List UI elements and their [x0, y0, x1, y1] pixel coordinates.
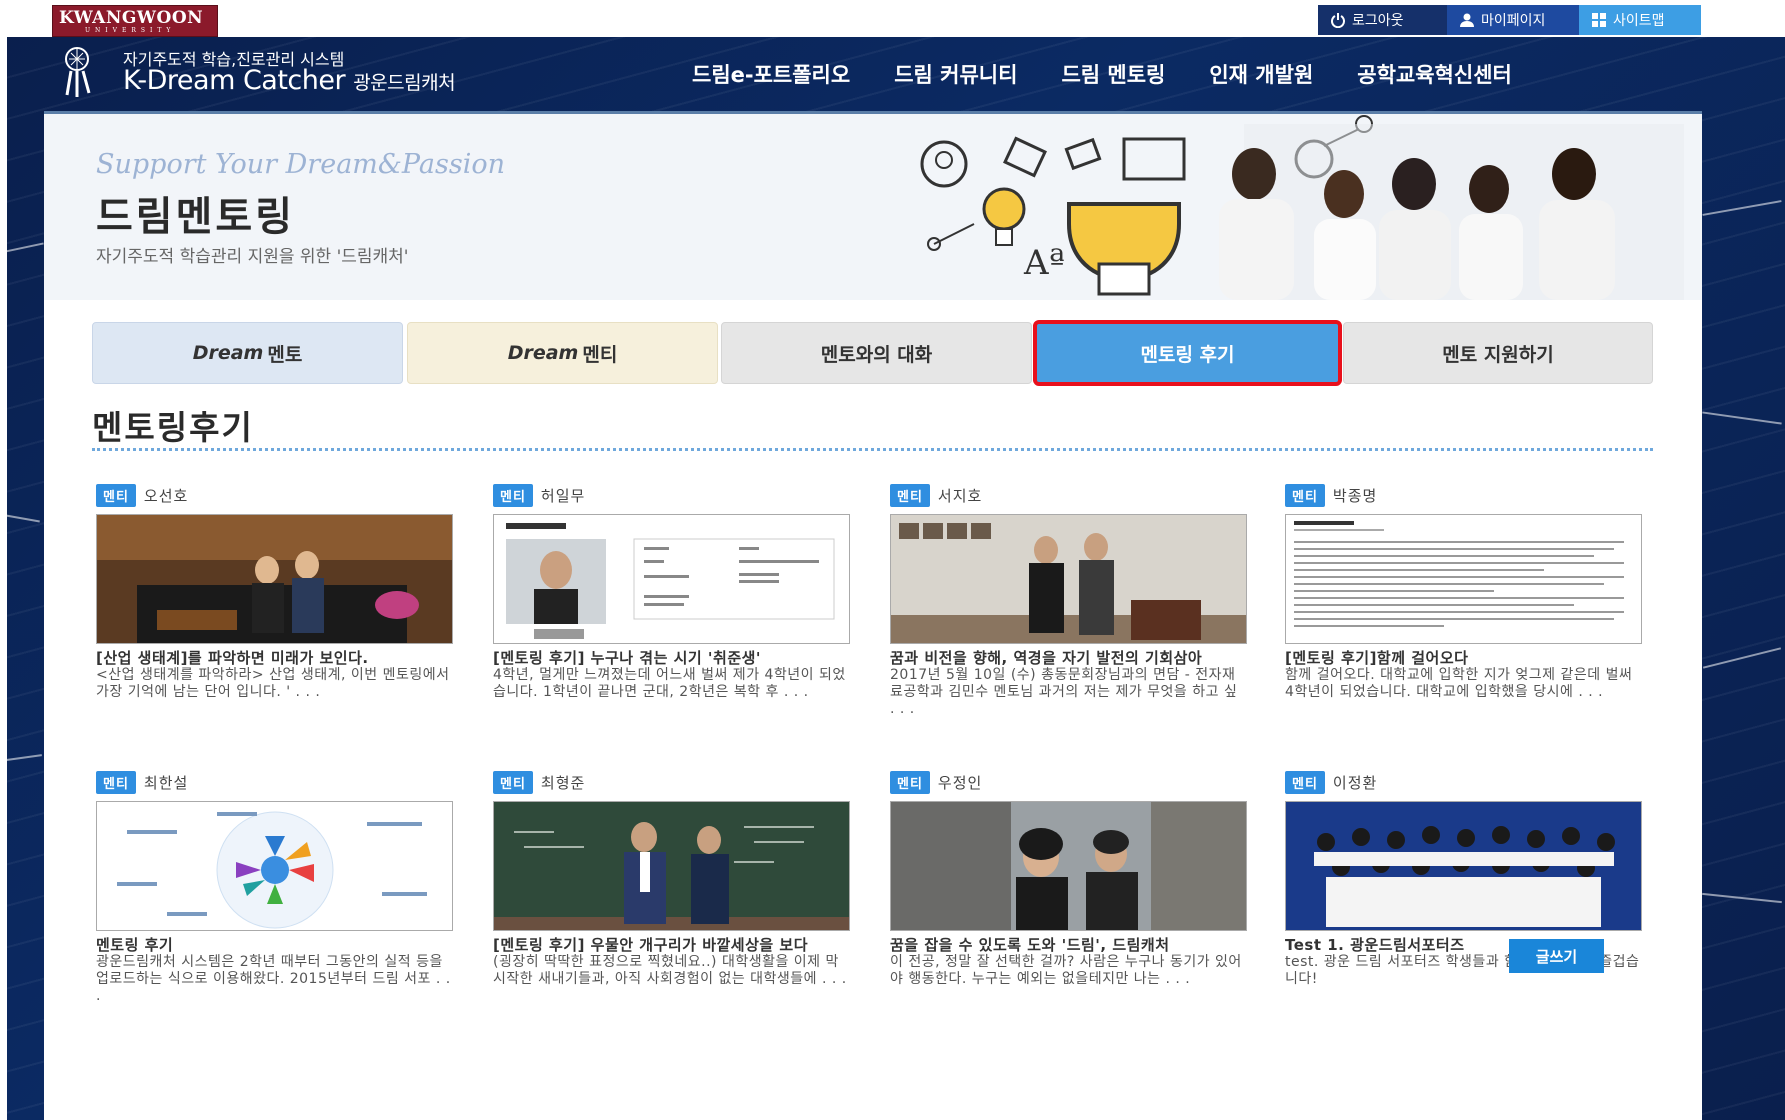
grid-icon: [1592, 13, 1606, 27]
page-edge: [0, 0, 7, 1120]
university-sub: UNIVERSITY: [85, 27, 176, 34]
tab-em: Dream: [507, 342, 579, 364]
nav-community[interactable]: 드림 커뮤니티: [894, 59, 1017, 89]
post-excerpt: (굉장히 딱딱한 표정으로 찍혔네요..) 대학생활을 이제 막 시작한 새내기…: [493, 954, 847, 987]
nav-talent[interactable]: 인재 개발원: [1209, 59, 1313, 89]
logo-title-ko: 광운드림캐처: [353, 72, 456, 94]
section-divider: [92, 448, 1653, 451]
nav-mentoring[interactable]: 드림 멘토링: [1061, 59, 1165, 89]
nav-engineering[interactable]: 공학교육혁신센터: [1357, 59, 1512, 89]
post-thumbnail[interactable]: [1285, 514, 1642, 644]
top-bar: KWANGWOON UNIVERSITY 로그아웃 마이페이지 사이트맵: [0, 0, 1785, 37]
tab-em: Dream: [192, 342, 264, 364]
post-excerpt: 2017년 5월 10일 (수) 총동문회장님과의 면담 - 전자재료공학과 김…: [890, 667, 1238, 717]
logout-button[interactable]: 로그아웃: [1318, 5, 1447, 35]
post-excerpt: 광운드림캐처 시스템은 2학년 때부터 그동안의 실적 등을 업로드하는 식으로…: [96, 954, 451, 1004]
post-author: 서지호: [937, 486, 983, 505]
tab-label: 멘토링 후기: [1140, 343, 1235, 366]
page-title: 드림멘토링: [96, 194, 295, 240]
emblem-icon[interactable]: [59, 45, 105, 101]
sitemap-button[interactable]: 사이트맵: [1579, 5, 1701, 35]
post-author: 박종명: [1332, 486, 1378, 505]
post-card[interactable]: 멘티 최한설 멘토링 후기 광운드림캐처 시스템은 2학년 때부터 그동안의 실적…: [96, 770, 453, 1005]
post-excerpt: <산업 생태계를 파악하라> 산업 생태계, 이번 멘토링에서 가장 기억에 남…: [96, 667, 450, 700]
post-card[interactable]: 멘티 허일무 [멘토링 후기] 누구나 겪는 시기 '취준생' 4학년, 멀게만 …: [493, 483, 850, 701]
logo-title-en: K-Dream Catcher: [123, 65, 346, 96]
logo-title[interactable]: K-Dream Catcher 광운드림캐처: [123, 65, 456, 96]
nav-portfolio[interactable]: 드림e-포트폴리오: [692, 59, 850, 89]
user-icon: [1460, 13, 1474, 27]
role-badge: 멘티: [890, 483, 930, 507]
post-thumbnail[interactable]: [1285, 801, 1642, 931]
post-title[interactable]: 꿈을 잡을 수 있도록 도와 '드림', 드림캐처: [890, 937, 1247, 954]
role-badge: 멘티: [493, 770, 533, 794]
hero-slogan: Support Your Dream&Passion: [96, 149, 505, 180]
tab-dream-mentee[interactable]: Dream 멘티: [407, 322, 718, 384]
post-card[interactable]: 멘티 박종명 [멘토링 후기]함께 걸어오다 함께 걸어오다. 대학교에 입학한 …: [1285, 483, 1642, 701]
post-author: 이정환: [1332, 773, 1378, 792]
tab-label: 멘티: [582, 343, 618, 366]
university-name: KWANGWOON: [59, 8, 204, 28]
post-author: 최한설: [143, 773, 189, 792]
post-title[interactable]: [멘토링 후기] 누구나 겪는 시기 '취준생': [493, 650, 850, 667]
role-badge: 멘티: [493, 483, 533, 507]
post-thumbnail[interactable]: [96, 801, 453, 931]
post-title[interactable]: [멘토링 후기] 우물안 개구리가 바깥세상을 보다: [493, 937, 850, 954]
mypage-button[interactable]: 마이페이지: [1447, 5, 1579, 35]
post-card[interactable]: 멘티 최형준 [멘토링 후기] 우물안 개구리가 바깥세상을 보다 (굉장히 딱딱…: [493, 770, 850, 988]
post-excerpt: 4학년, 멀게만 느껴졌는데 어느새 벌써 제가 4학년이 되었습니다. 1학년…: [493, 667, 846, 700]
hero-illustration: Aª: [874, 114, 1702, 300]
hero-banner: Support Your Dream&Passion 드림멘토링 자기주도적 학…: [44, 111, 1702, 300]
role-badge: 멘티: [96, 770, 136, 794]
post-author: 최형준: [540, 773, 586, 792]
sitemap-label: 사이트맵: [1613, 13, 1665, 29]
post-card[interactable]: 멘티 오선호 [산업 생태계]를 파악하면 미래가 보인다. <산업 생태계를 파…: [96, 483, 453, 701]
tab-dream-mentor[interactable]: Dream 멘토: [92, 322, 403, 384]
mypage-label: 마이페이지: [1481, 13, 1546, 29]
post-excerpt: 이 전공, 정말 잘 선택한 걸까? 사람은 누구나 동기가 있어야 행동한다.…: [890, 954, 1242, 987]
post-author: 우정인: [937, 773, 983, 792]
site-header: 자기주도적 학습,진로관리 시스템 K-Dream Catcher 광운드림캐처…: [7, 37, 1779, 111]
post-thumbnail[interactable]: [96, 514, 453, 644]
svg-text:Aª: Aª: [1023, 243, 1065, 283]
tab-mentor-apply[interactable]: 멘토 지원하기: [1343, 322, 1653, 384]
power-icon: [1331, 13, 1345, 28]
role-badge: 멘티: [890, 770, 930, 794]
post-author: 허일무: [540, 486, 586, 505]
post-thumbnail[interactable]: [493, 514, 850, 644]
role-badge: 멘티: [1285, 770, 1325, 794]
post-excerpt: 함께 걸어오다. 대학교에 입학한 지가 엊그제 같은데 벌써 4학년이 되었습…: [1285, 667, 1633, 700]
post-card[interactable]: 멘티 우정인 꿈을 잡을 수 있도록 도와 '드림', 드림캐처 이 전공, 정말…: [890, 770, 1247, 988]
tab-mentor-talk[interactable]: 멘토와의 대화: [721, 322, 1032, 384]
tab-label: 멘토와의 대화: [820, 343, 933, 366]
post-thumbnail[interactable]: [890, 801, 1247, 931]
main-nav: 드림e-포트폴리오 드림 커뮤니티 드림 멘토링 인재 개발원 공학교육혁신센터: [692, 59, 1556, 89]
write-button[interactable]: 글쓰기: [1509, 939, 1604, 973]
logout-label: 로그아웃: [1352, 13, 1404, 29]
tab-label: 멘토: [267, 343, 303, 366]
post-title[interactable]: 멘토링 후기: [96, 937, 453, 954]
post-title[interactable]: [멘토링 후기]함께 걸어오다: [1285, 650, 1642, 667]
post-thumbnail[interactable]: [890, 514, 1247, 644]
post-title[interactable]: [산업 생태계]를 파악하면 미래가 보인다.: [96, 650, 453, 667]
university-logo[interactable]: KWANGWOON UNIVERSITY: [52, 5, 218, 37]
post-thumbnail[interactable]: [493, 801, 850, 931]
post-author: 오선호: [143, 486, 189, 505]
tab-mentoring-review[interactable]: 멘토링 후기: [1033, 320, 1342, 386]
post-title[interactable]: 꿈과 비전을 향해, 역경을 자기 발전의 기회삼아: [890, 650, 1247, 667]
tab-label: 멘토 지원하기: [1442, 343, 1554, 366]
hero-description: 자기주도적 학습관리 지원을 위한 '드림캐처': [96, 247, 409, 267]
role-badge: 멘티: [1285, 483, 1325, 507]
section-title: 멘토링후기: [92, 408, 254, 447]
role-badge: 멘티: [96, 483, 136, 507]
content-card: Support Your Dream&Passion 드림멘토링 자기주도적 학…: [44, 111, 1702, 1120]
post-card[interactable]: 멘티 서지호 꿈과 비전을 향해, 역경을 자기 발전의 기회삼아 2017년 5…: [890, 483, 1247, 718]
